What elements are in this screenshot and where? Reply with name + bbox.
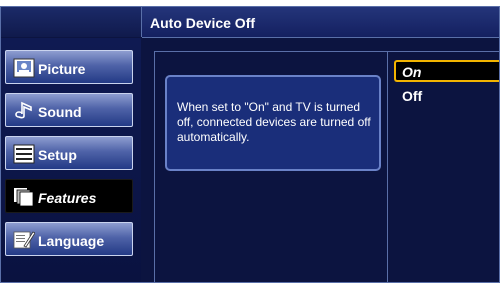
sidebar-item-label: Features <box>38 190 97 206</box>
option-label: On <box>402 64 422 80</box>
picture-icon <box>13 58 35 78</box>
sidebar-item-features[interactable]: Features <box>5 179 133 213</box>
sidebar-item-language[interactable]: Language <box>5 222 133 256</box>
music-note-icon <box>15 101 32 119</box>
description-box: When set to "On" and TV is turned off, c… <box>165 75 381 171</box>
sidebar-item-label: Picture <box>38 61 86 77</box>
sidebar-item-setup[interactable]: Setup <box>5 136 133 170</box>
description-panel: When set to "On" and TV is turned off, c… <box>154 51 388 282</box>
header-left-spacer <box>1 7 142 37</box>
option-off[interactable]: Off <box>394 84 499 106</box>
tv-menu-screen: Auto Device Off Picture Sound Setup Feat… <box>0 6 500 283</box>
stack-icon <box>14 188 34 207</box>
option-label: Off <box>402 88 423 104</box>
sidebar-item-picture[interactable]: Picture <box>5 50 133 84</box>
description-text: When set to "On" and TV is turned off, c… <box>177 100 371 144</box>
option-on[interactable]: On <box>394 60 499 82</box>
sidebar-item-label: Language <box>38 233 105 249</box>
options-panel: On Off <box>388 51 499 282</box>
sidebar: Picture Sound Setup Features Language <box>1 38 142 282</box>
sidebar-item-label: Setup <box>38 147 77 163</box>
list-icon <box>13 144 35 164</box>
sidebar-item-sound[interactable]: Sound <box>5 93 133 127</box>
language-icon <box>13 231 35 249</box>
divider-band <box>141 38 154 282</box>
menu-header: Auto Device Off <box>142 7 499 38</box>
sidebar-item-label: Sound <box>38 104 82 120</box>
page-title: Auto Device Off <box>150 15 256 31</box>
